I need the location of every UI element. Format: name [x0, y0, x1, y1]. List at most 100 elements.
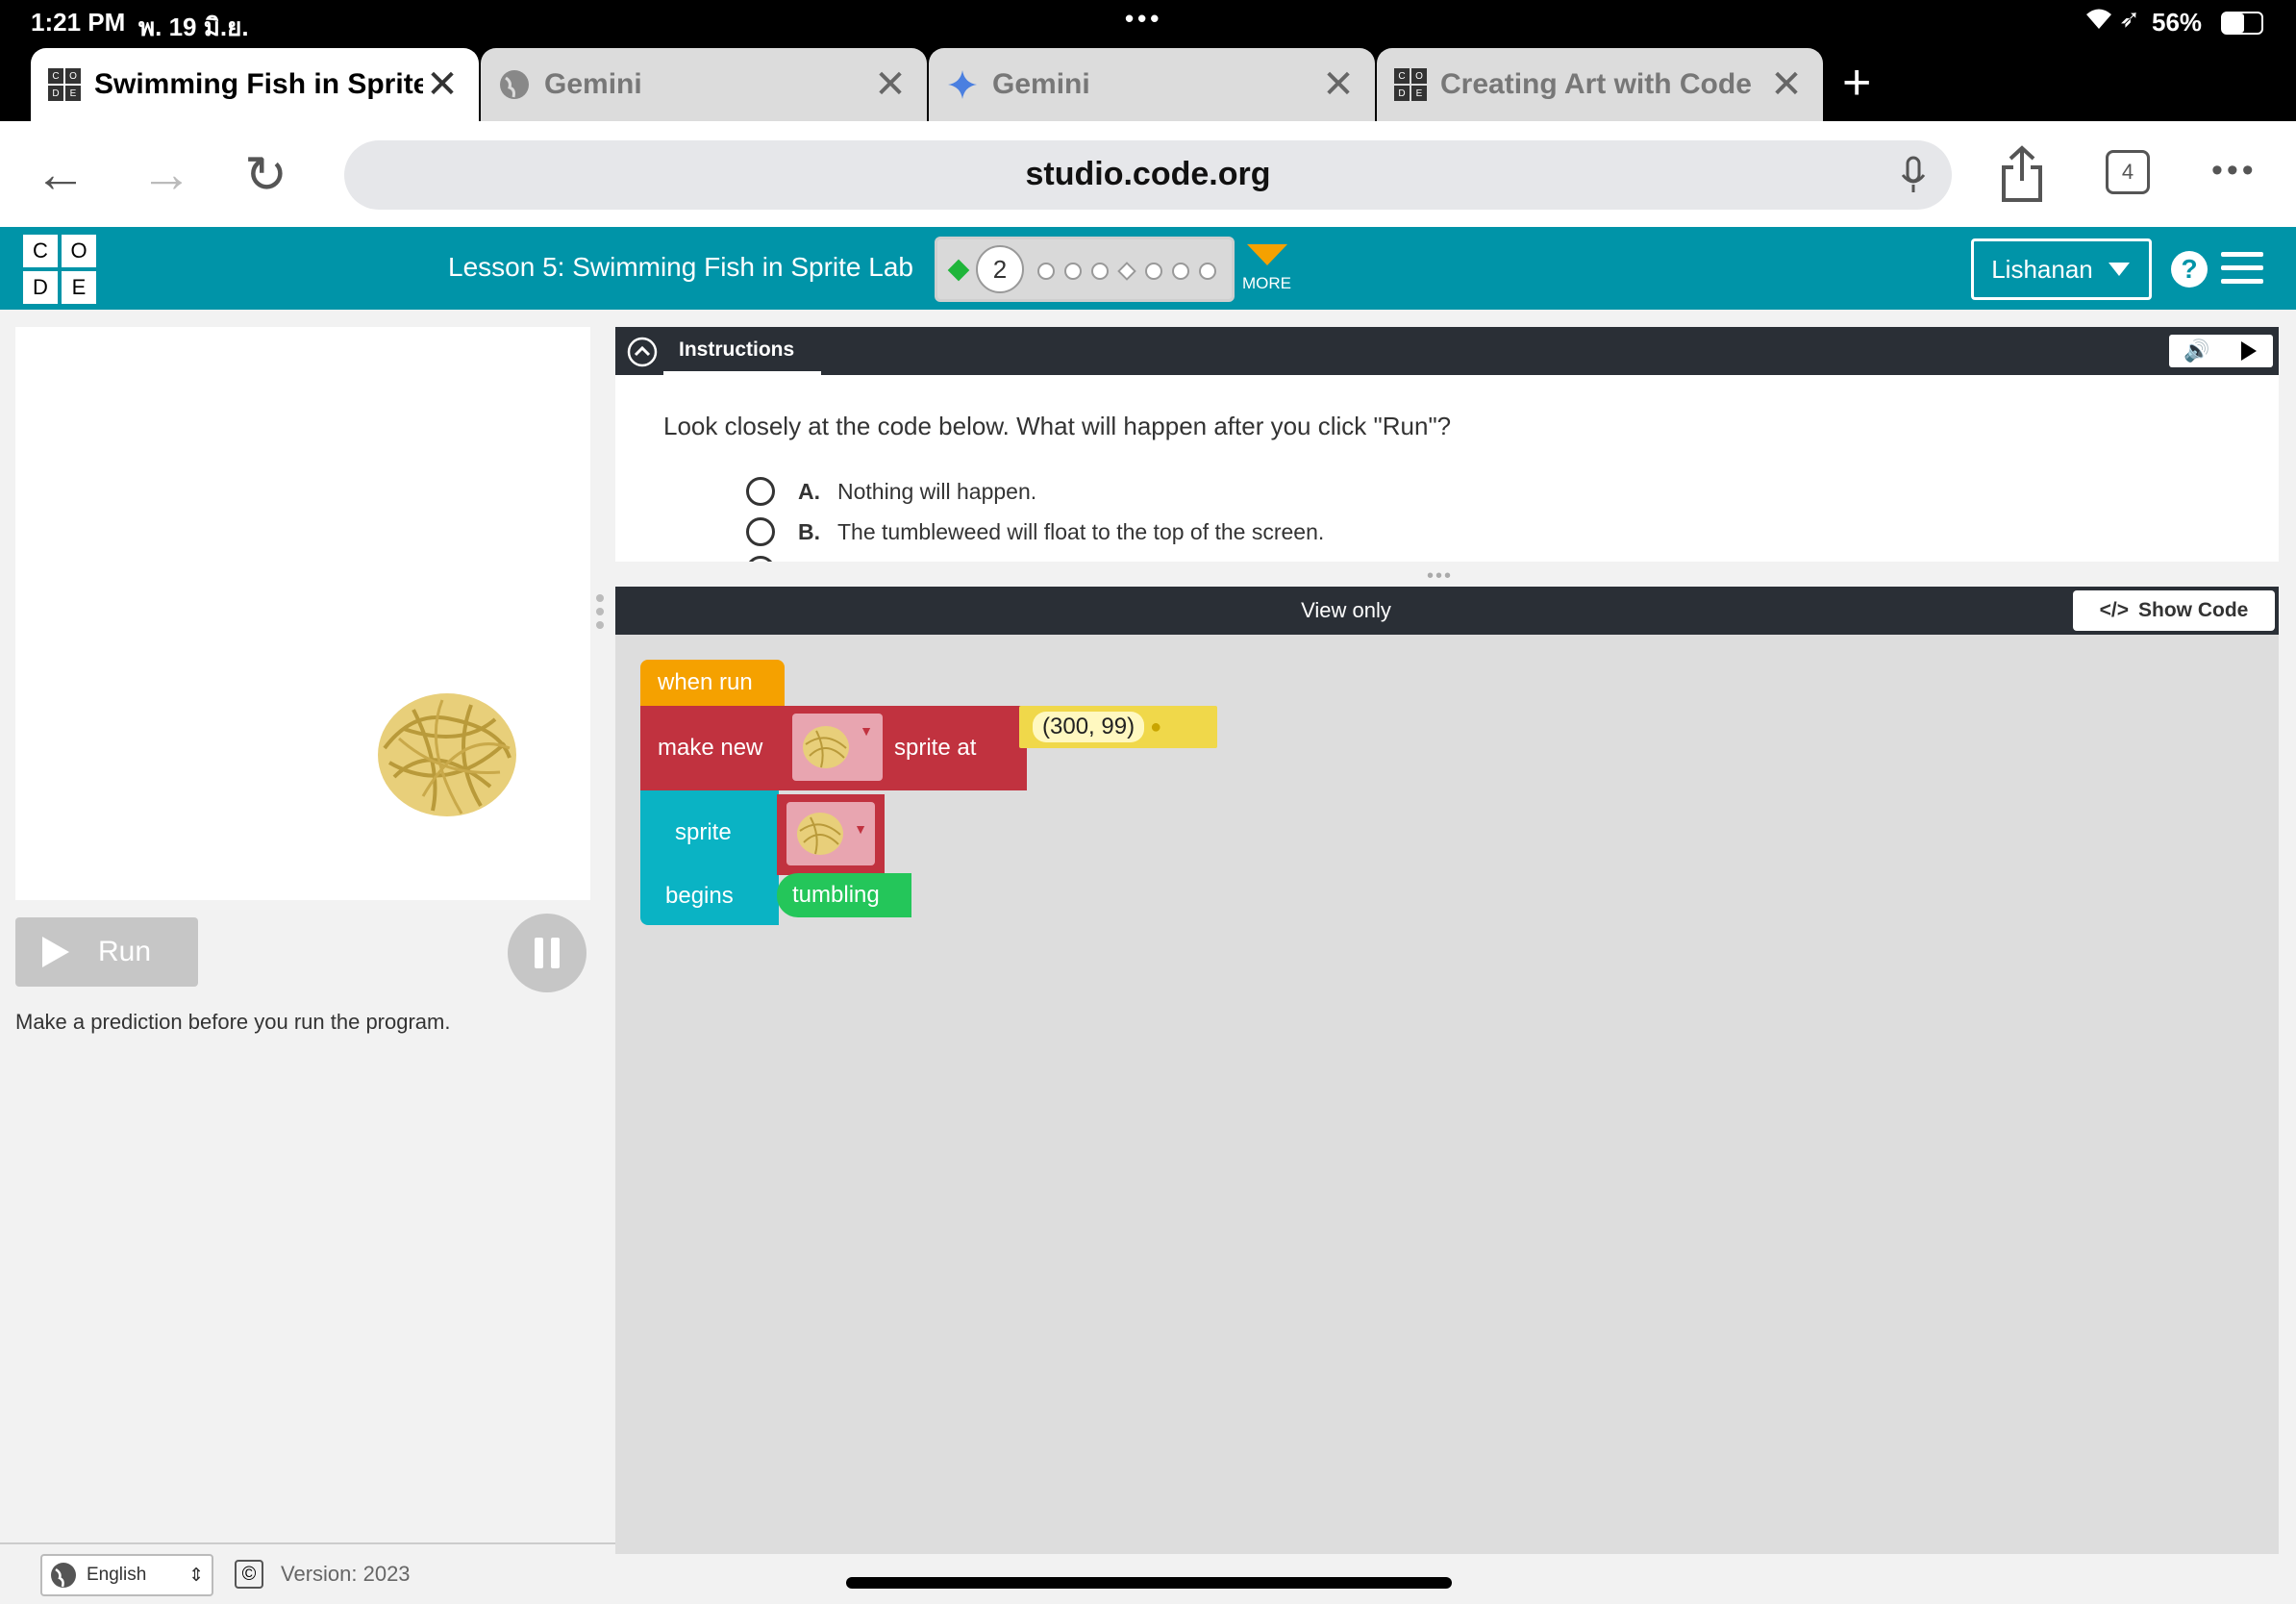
tab-gemini-1[interactable]: Gemini ✕ — [481, 48, 927, 121]
pause-icon — [535, 938, 543, 968]
more-levels-button[interactable]: MORE — [1242, 240, 1291, 293]
option-text: The tumbleweed will float to the top of … — [837, 518, 1325, 544]
more-options-icon[interactable]: ••• — [2211, 152, 2258, 189]
location-value: (300, 99) — [1033, 712, 1145, 742]
new-tab-plus-icon[interactable]: + — [1842, 54, 1871, 112]
level-diamond-completed[interactable] — [947, 259, 970, 282]
tab-count-button[interactable]: 4 — [2106, 150, 2150, 194]
answer-option-a[interactable]: A. Nothing will happen. — [746, 477, 1036, 506]
sprite-stage[interactable] — [15, 327, 590, 900]
play-icon — [42, 937, 69, 967]
back-arrow-icon[interactable]: ← — [35, 144, 87, 204]
help-icon[interactable]: ? — [2171, 251, 2208, 288]
run-button[interactable]: Run — [15, 917, 198, 987]
location-pin-icon: ● — [1150, 715, 1162, 738]
dropdown-arrow-icon: ▼ — [854, 821, 867, 837]
battery-percent: 56% — [2152, 8, 2203, 37]
sprite-begins-behavior-block[interactable]: sprite begins — [640, 790, 779, 925]
answer-option-b[interactable]: B. The tumbleweed will float to the top … — [746, 517, 1324, 546]
copyright-icon[interactable]: © — [235, 1560, 263, 1589]
dropdown-arrow-icon: ▼ — [860, 723, 873, 739]
tumbleweed-sprite — [378, 693, 516, 816]
radio-button[interactable] — [746, 477, 775, 506]
share-icon[interactable] — [1998, 144, 2046, 204]
close-tab-icon[interactable]: ✕ — [1767, 63, 1806, 107]
tab-gemini-2[interactable]: Gemini ✕ — [929, 48, 1375, 121]
tab-creating-art[interactable]: CODE Creating Art with Code ✕ — [1377, 48, 1823, 121]
location-block[interactable]: (300, 99) ● — [1019, 706, 1217, 748]
run-label: Run — [98, 936, 152, 967]
address-bar[interactable]: studio.code.org — [344, 140, 1952, 210]
speaker-icon[interactable]: 🔊 — [2184, 338, 2209, 363]
block-label: tumbling — [792, 882, 880, 908]
version-label: Version: 2023 — [281, 1562, 411, 1586]
when-run-block[interactable]: when run — [640, 660, 785, 706]
multitask-dots-icon[interactable]: ••• — [1125, 4, 1162, 34]
hamburger-menu-icon[interactable] — [2221, 252, 2263, 292]
tumbleweed-thumbnail-icon — [797, 813, 843, 855]
question-text: Look closely at the code below. What wil… — [663, 412, 1452, 440]
level-dot[interactable] — [1172, 263, 1189, 280]
level-dot[interactable] — [1199, 263, 1216, 280]
level-dot[interactable] — [1091, 263, 1109, 280]
tab-title: Creating Art with Code — [1440, 68, 1752, 100]
tab-title: Swimming Fish in Sprite — [94, 68, 423, 100]
tab-swimming-fish[interactable]: CODE Swimming Fish in Sprite ✕ — [31, 48, 479, 121]
level-dot[interactable] — [1145, 263, 1162, 280]
block-label: sprite at — [894, 735, 977, 761]
sprite-costume-dropdown[interactable]: ▼ — [792, 714, 883, 781]
blocks-workspace[interactable]: when run make new sprite at ▼ (300, 99) … — [615, 635, 2279, 1554]
resize-handle-horizontal[interactable]: ••• — [1427, 565, 1453, 588]
code-org-icon: CODE — [1394, 68, 1427, 101]
more-label: MORE — [1242, 274, 1291, 292]
logo-letter: C — [23, 235, 58, 267]
tumbleweed-thumbnail-icon — [803, 726, 849, 768]
pause-button[interactable] — [508, 914, 586, 992]
option-text: Nothing will happen. — [837, 478, 1037, 504]
lesson-title[interactable]: Lesson 5: Swimming Fish in Sprite Lab — [448, 252, 913, 283]
current-level-bubble[interactable]: 2 — [976, 245, 1024, 293]
location-arrow-icon: ➶ — [2119, 4, 2140, 33]
user-menu-button[interactable]: Lishanan — [1971, 238, 2152, 300]
sprite-reference-block[interactable]: ▼ — [777, 794, 885, 875]
resize-handle-vertical[interactable] — [596, 594, 606, 637]
footer-divider — [0, 1542, 615, 1544]
level-diamond[interactable] — [1117, 262, 1136, 281]
logo-letter: E — [62, 271, 96, 304]
text-to-speech-controls[interactable]: 🔊 — [2169, 335, 2273, 367]
select-updown-icon: ⇕ — [188, 1565, 204, 1586]
level-dot[interactable] — [1037, 263, 1055, 280]
battery-icon — [2221, 12, 2263, 35]
close-tab-icon[interactable]: ✕ — [1319, 63, 1358, 107]
radio-button[interactable] — [746, 517, 775, 546]
language-label: English — [87, 1565, 147, 1585]
caret-down-icon — [2108, 263, 2130, 276]
globe-icon — [51, 1563, 76, 1588]
level-dot[interactable] — [1064, 263, 1082, 280]
play-audio-icon[interactable] — [2239, 339, 2259, 363]
microphone-icon[interactable] — [1900, 156, 1927, 194]
tab-title: Gemini — [992, 68, 1090, 100]
pause-icon — [551, 938, 560, 968]
option-letter: B. — [798, 518, 820, 544]
logo-letter: D — [23, 271, 58, 304]
reload-icon[interactable]: ↻ — [244, 144, 287, 205]
code-brackets-icon: </> — [2099, 599, 2130, 621]
radio-button-partial[interactable] — [746, 556, 775, 562]
show-code-label: Show Code — [2138, 599, 2249, 621]
close-tab-icon[interactable]: ✕ — [423, 63, 462, 107]
instructions-tab[interactable]: Instructions — [679, 338, 794, 362]
tumbling-behavior-block[interactable]: tumbling — [777, 873, 911, 917]
collapse-chevron-up-icon[interactable] — [627, 337, 658, 367]
home-indicator — [846, 1577, 1452, 1589]
level-progress: 2 — [935, 237, 1235, 302]
forward-arrow-icon[interactable]: → — [140, 144, 192, 204]
sprite-costume-dropdown[interactable]: ▼ — [786, 802, 875, 865]
language-select[interactable]: English ⇕ — [40, 1554, 213, 1596]
block-label: when run — [658, 669, 753, 695]
logo-letter: O — [62, 235, 96, 267]
status-date: พ. 19 มิ.ย. — [138, 13, 249, 41]
close-tab-icon[interactable]: ✕ — [871, 63, 910, 107]
show-code-button[interactable]: </> Show Code — [2073, 590, 2275, 631]
code-org-logo[interactable]: C O D E — [23, 235, 96, 304]
